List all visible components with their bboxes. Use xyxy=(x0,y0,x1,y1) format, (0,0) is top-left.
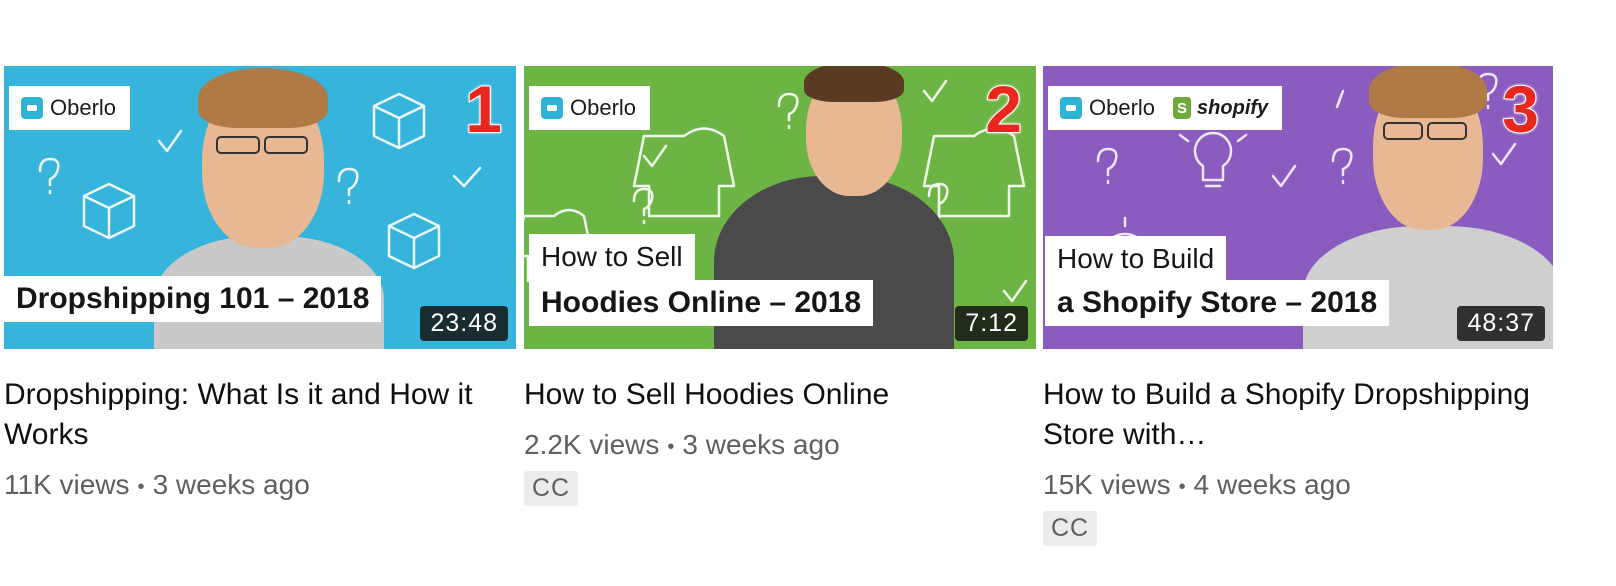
oberlo-logo: Oberlo xyxy=(1060,95,1155,121)
upload-age: 4 weeks ago xyxy=(1193,469,1351,500)
video-duration: 7:12 xyxy=(955,306,1028,341)
brand-tag: Oberlo xyxy=(9,86,131,130)
view-count: 2.2K views xyxy=(524,429,660,460)
closed-captions-badge: CC xyxy=(524,470,579,506)
rank-number: 1 xyxy=(464,72,503,146)
separator-dot: • xyxy=(137,475,145,498)
shopify-wordmark: shopify xyxy=(1197,96,1269,119)
separator-dot: • xyxy=(667,435,675,458)
oberlo-icon xyxy=(541,97,563,119)
oberlo-wordmark: Oberlo xyxy=(50,95,117,120)
thumbnail-caption-line-2: Dropshipping 101 – 2018 xyxy=(4,276,382,322)
rank-number: 2 xyxy=(984,72,1023,146)
view-count: 11K views xyxy=(4,469,130,500)
video-title[interactable]: Dropshipping: What Is it and How it Work… xyxy=(4,375,516,455)
brand-tag: Oberlo xyxy=(529,86,651,130)
thumbnail-caption-line-2: a Shopify Store – 2018 xyxy=(1045,280,1390,326)
video-metadata: 11K views • 3 weeks ago xyxy=(4,465,516,507)
view-count: 15K views xyxy=(1043,469,1171,500)
rank-number: 3 xyxy=(1501,72,1540,146)
thumbnail-caption-line-1: How to Sell xyxy=(529,234,695,280)
video-card-1[interactable]: Oberlo 1 Dropshipping 101 – 2018 23:48 D… xyxy=(4,66,516,507)
video-thumbnail[interactable]: Oberlo 1 Dropshipping 101 – 2018 23:48 xyxy=(4,66,516,349)
video-title[interactable]: How to Build a Shopify Dropshipping Stor… xyxy=(1043,375,1553,455)
thumbnail-caption-line-2: Hoodies Online – 2018 xyxy=(529,280,874,326)
shopify-logo: S shopify xyxy=(1173,97,1268,120)
video-card-3[interactable]: Oberlo S shopify 3 How to Build a Shopif… xyxy=(1043,66,1553,546)
video-metadata: 2.2K views • 3 weeks ago xyxy=(524,425,1036,467)
oberlo-wordmark: Oberlo xyxy=(1089,95,1156,120)
oberlo-icon xyxy=(21,97,43,119)
oberlo-logo: Oberlo xyxy=(21,95,116,121)
video-thumbnail[interactable]: Oberlo S shopify 3 How to Build a Shopif… xyxy=(1043,66,1553,349)
oberlo-logo: Oberlo xyxy=(541,95,636,121)
separator-dot: • xyxy=(1178,475,1186,498)
thumbnail-caption-line-1: How to Build xyxy=(1045,236,1227,282)
video-title[interactable]: How to Sell Hoodies Online xyxy=(524,375,1036,415)
video-duration: 23:48 xyxy=(420,306,508,341)
oberlo-wordmark: Oberlo xyxy=(570,95,637,120)
closed-captions-badge: CC xyxy=(1043,510,1098,546)
oberlo-icon xyxy=(1060,97,1082,119)
video-thumbnail[interactable]: Oberlo 2 How to Sell Hoodies Online – 20… xyxy=(524,66,1036,349)
upload-age: 3 weeks ago xyxy=(152,469,310,500)
video-card-2[interactable]: Oberlo 2 How to Sell Hoodies Online – 20… xyxy=(524,66,1036,506)
shopify-bag-icon: S xyxy=(1173,97,1192,119)
video-metadata: 15K views • 4 weeks ago xyxy=(1043,465,1553,507)
video-duration: 48:37 xyxy=(1457,306,1545,341)
upload-age: 3 weeks ago xyxy=(682,429,840,460)
brand-tag: Oberlo S shopify xyxy=(1048,86,1283,130)
